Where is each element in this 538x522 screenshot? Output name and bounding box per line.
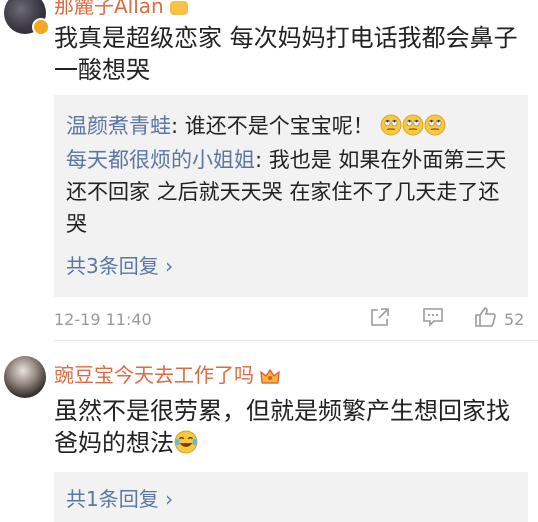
comment-username[interactable]: 豌豆宝今天去工作了吗	[54, 359, 280, 388]
share-icon[interactable]	[369, 306, 391, 328]
rolling-eyes-emoji-icon	[380, 114, 402, 136]
reply-author[interactable]: 温颜煮青蛙	[66, 114, 171, 138]
laugh-cry-emoji-icon	[174, 430, 198, 454]
reply-box[interactable]: 温颜煮青蛙: 谁还不是个宝宝呢！ 每天都很烦的小姐姐: 我也是 如果在外面第三天…	[54, 95, 528, 297]
comment-icon[interactable]	[422, 306, 444, 328]
timestamp: 12-19 11:40	[54, 310, 152, 329]
rolling-eyes-emoji-icon	[402, 114, 424, 136]
rolling-eyes-emoji-icon	[424, 114, 446, 136]
level-icon	[169, 0, 188, 15]
more-replies-link[interactable]: 共3条回复 ›	[66, 250, 173, 279]
divider	[54, 340, 538, 341]
reply-item: 每天都很烦的小姐姐: 我也是 如果在外面第三天还不回家 之后就天天哭 在家住不了…	[66, 144, 518, 240]
reply-author[interactable]: 每天都很烦的小姐姐	[66, 148, 255, 172]
like-count: 52	[504, 310, 525, 329]
avatar[interactable]	[4, 356, 46, 398]
crown-icon	[260, 368, 280, 384]
comment-username[interactable]: 那麓子Allan	[54, 0, 188, 19]
reply-box[interactable]: 共1条回复 ›	[54, 472, 528, 522]
verified-badge-icon	[32, 18, 50, 36]
thumbs-up-icon[interactable]	[474, 306, 498, 328]
comment-text: 虽然不是很劳累，但就是频繁产生想回家找爸妈的想法	[54, 397, 510, 457]
more-replies-link[interactable]: 共1条回复 ›	[66, 483, 173, 512]
comment-text: 我真是超级恋家 每次妈妈打电话我都会鼻子一酸想哭	[54, 24, 518, 84]
reply-text: : 谁还不是个宝宝呢！	[171, 114, 374, 138]
reply-item: 温颜煮青蛙: 谁还不是个宝宝呢！	[66, 110, 518, 142]
